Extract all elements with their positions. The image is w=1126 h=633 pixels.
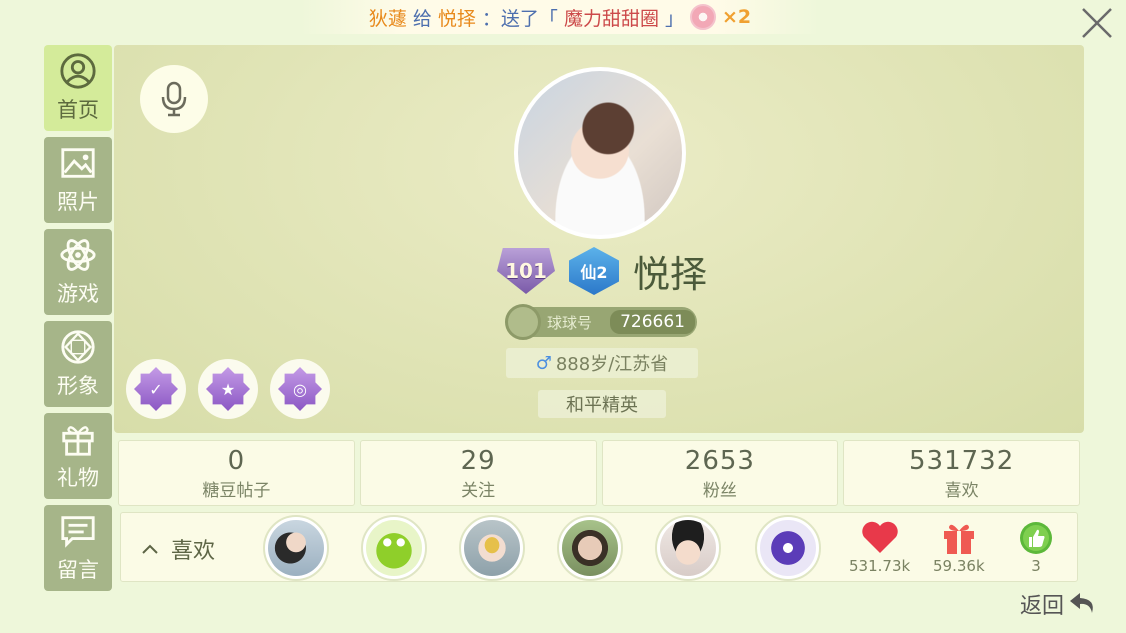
heart-icon — [861, 521, 898, 553]
person-icon — [60, 53, 96, 89]
profile-avatar[interactable] — [514, 67, 686, 239]
liker-avatar[interactable] — [263, 515, 329, 581]
liker-avatar[interactable] — [459, 515, 525, 581]
atom-icon — [60, 239, 96, 271]
stat-value: 531732 — [908, 445, 1015, 476]
banner-sender: 狄蘧 — [368, 7, 407, 30]
rank-badge: 仙2 — [569, 247, 619, 295]
avatar-image — [562, 520, 618, 576]
stat-label: 喜欢 — [944, 480, 979, 501]
close-icon — [1082, 8, 1112, 38]
liker-avatar[interactable] — [655, 515, 721, 581]
voice-button[interactable] — [140, 65, 208, 133]
gift-icon — [62, 426, 94, 456]
back-button[interactable]: 返回 — [1020, 588, 1098, 620]
heart-count: 531.73k — [849, 557, 911, 575]
like-count[interactable]: 531.73k — [849, 521, 910, 575]
avatar-image — [268, 520, 324, 576]
sidebar-item-label: 首页 — [57, 98, 99, 122]
stat-following[interactable]: 29 关注 — [359, 440, 597, 506]
stat-label: 关注 — [461, 480, 496, 501]
likes-toggle[interactable]: 喜欢 — [141, 533, 215, 565]
male-icon: ♂ — [535, 352, 552, 374]
stat-value: 29 — [460, 445, 496, 476]
liker-avatar[interactable] — [755, 515, 821, 581]
profile-panel: 101 仙2 悦择 球球号 726661 ♂ 888岁/江苏省 和平精英 ✓ ★… — [114, 45, 1084, 433]
gift-box-icon — [943, 524, 974, 554]
id-number: 726661 — [610, 310, 695, 334]
chevron-up-icon — [142, 544, 158, 554]
thumb-count[interactable]: 3 — [1019, 521, 1053, 575]
medal[interactable]: ✓ — [126, 359, 186, 419]
stat-posts[interactable]: 0 糖豆帖子 — [118, 440, 355, 506]
sidebar-item-label: 照片 — [57, 190, 99, 214]
donut-icon — [689, 4, 716, 30]
avatar-image — [660, 520, 716, 576]
likes-row: 喜欢 531.73k 59.36k 3 — [120, 512, 1078, 582]
sidebar-item-appearance[interactable]: 形象 — [44, 321, 112, 407]
banner-action: ：送了「 — [481, 7, 558, 30]
check-shield-icon: ✓ — [134, 367, 178, 411]
age-region: 888岁/江苏省 — [555, 354, 669, 375]
stat-label: 粉丝 — [702, 480, 737, 501]
gift-count-value: 59.36k — [933, 557, 985, 575]
banner-gift-name: 魔力甜甜圈 — [563, 7, 659, 30]
close-button[interactable] — [1080, 6, 1114, 40]
diamond-icon — [61, 330, 95, 364]
back-label: 返回 — [1019, 594, 1064, 619]
avatar-image — [464, 520, 520, 576]
age-region-tag: ♂ 888岁/江苏省 — [506, 348, 698, 378]
stats-row: 0 糖豆帖子 29 关注 2653 粉丝 531732 喜欢 — [118, 440, 1080, 506]
banner-receiver: 悦择 — [437, 7, 476, 30]
stat-value: 0 — [227, 445, 246, 476]
liker-avatar[interactable] — [361, 515, 427, 581]
stat-followers[interactable]: 2653 粉丝 — [601, 440, 839, 506]
medal[interactable]: ◎ — [270, 359, 330, 419]
user-id-badge: 球球号 726661 — [505, 304, 697, 340]
spiral-medal-icon: ◎ — [278, 367, 322, 411]
name-row: 101 仙2 悦择 — [457, 245, 747, 297]
likes-toggle-label: 喜欢 — [171, 539, 216, 564]
sidebar-item-games[interactable]: 游戏 — [44, 229, 112, 315]
sidebar-item-label: 留言 — [57, 558, 99, 582]
stat-likes[interactable]: 531732 喜欢 — [843, 440, 1080, 506]
sidebar-nav: 首页 照片 游戏 形象 礼物 留言 — [44, 45, 112, 591]
avatar-image — [366, 520, 422, 576]
id-label: 球球号 — [547, 313, 593, 332]
sidebar-item-label: 游戏 — [57, 282, 99, 306]
thumb-count-value: 3 — [1031, 557, 1041, 575]
game-tag: 和平精英 — [538, 390, 666, 418]
banner-connector: 给 — [412, 7, 432, 30]
message-icon — [61, 516, 95, 548]
sidebar-item-label: 形象 — [57, 374, 99, 398]
level-badge: 101 — [497, 248, 555, 294]
ball-icon — [505, 304, 541, 340]
sidebar-item-photos[interactable]: 照片 — [44, 137, 112, 223]
sidebar-item-label: 礼物 — [57, 466, 99, 490]
stat-label: 糖豆帖子 — [202, 480, 271, 501]
photo-icon — [61, 148, 95, 178]
star-medal-icon: ★ — [206, 367, 250, 411]
sidebar-item-home[interactable]: 首页 — [44, 45, 112, 131]
sidebar-item-gifts[interactable]: 礼物 — [44, 413, 112, 499]
microphone-icon — [161, 81, 187, 117]
username: 悦择 — [633, 253, 707, 296]
medal[interactable]: ★ — [198, 359, 258, 419]
banner-close-quote: 」 — [664, 7, 684, 30]
medal-list: ✓ ★ ◎ — [126, 359, 330, 419]
liker-avatar[interactable] — [557, 515, 623, 581]
back-arrow-icon — [1070, 593, 1093, 613]
sidebar-item-messages[interactable]: 留言 — [44, 505, 112, 591]
gift-count[interactable]: 59.36k — [933, 521, 985, 575]
gift-banner: 狄蘧 给 悦择 ：送了「 魔力甜甜圈 」 ×2 — [300, 0, 820, 34]
stat-value: 2653 — [684, 445, 755, 476]
thumbs-up-icon — [1020, 522, 1052, 554]
banner-gift-count: ×2 — [721, 6, 752, 28]
avatar-image — [518, 71, 682, 235]
avatar-image — [760, 520, 816, 576]
